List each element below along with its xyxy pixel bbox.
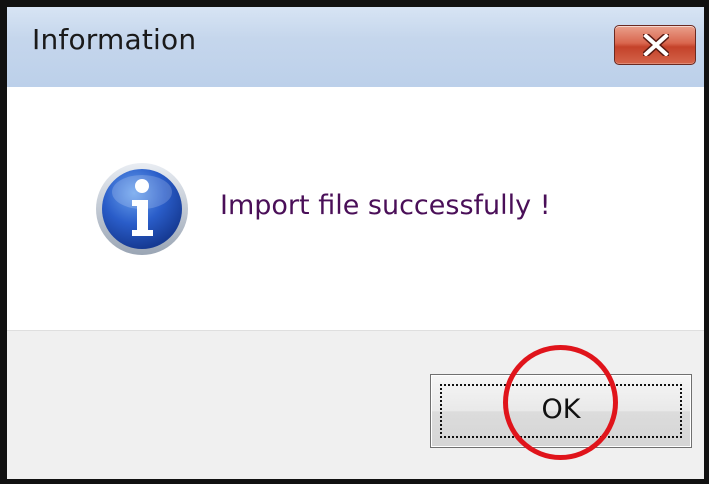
ok-button[interactable]: OK — [430, 374, 692, 448]
message-area: Import file successfully ! — [7, 87, 704, 330]
button-bar: OK — [7, 330, 704, 479]
window-title: Information — [32, 23, 197, 56]
message-text: Import file successfully ! — [220, 190, 551, 221]
close-button[interactable] — [614, 25, 696, 65]
close-x-icon — [643, 34, 669, 56]
information-icon — [96, 163, 188, 255]
title-bar[interactable]: Information — [7, 7, 704, 88]
ok-button-label: OK — [541, 394, 581, 425]
information-dialog: Information Import file successfully ! O… — [0, 0, 709, 484]
